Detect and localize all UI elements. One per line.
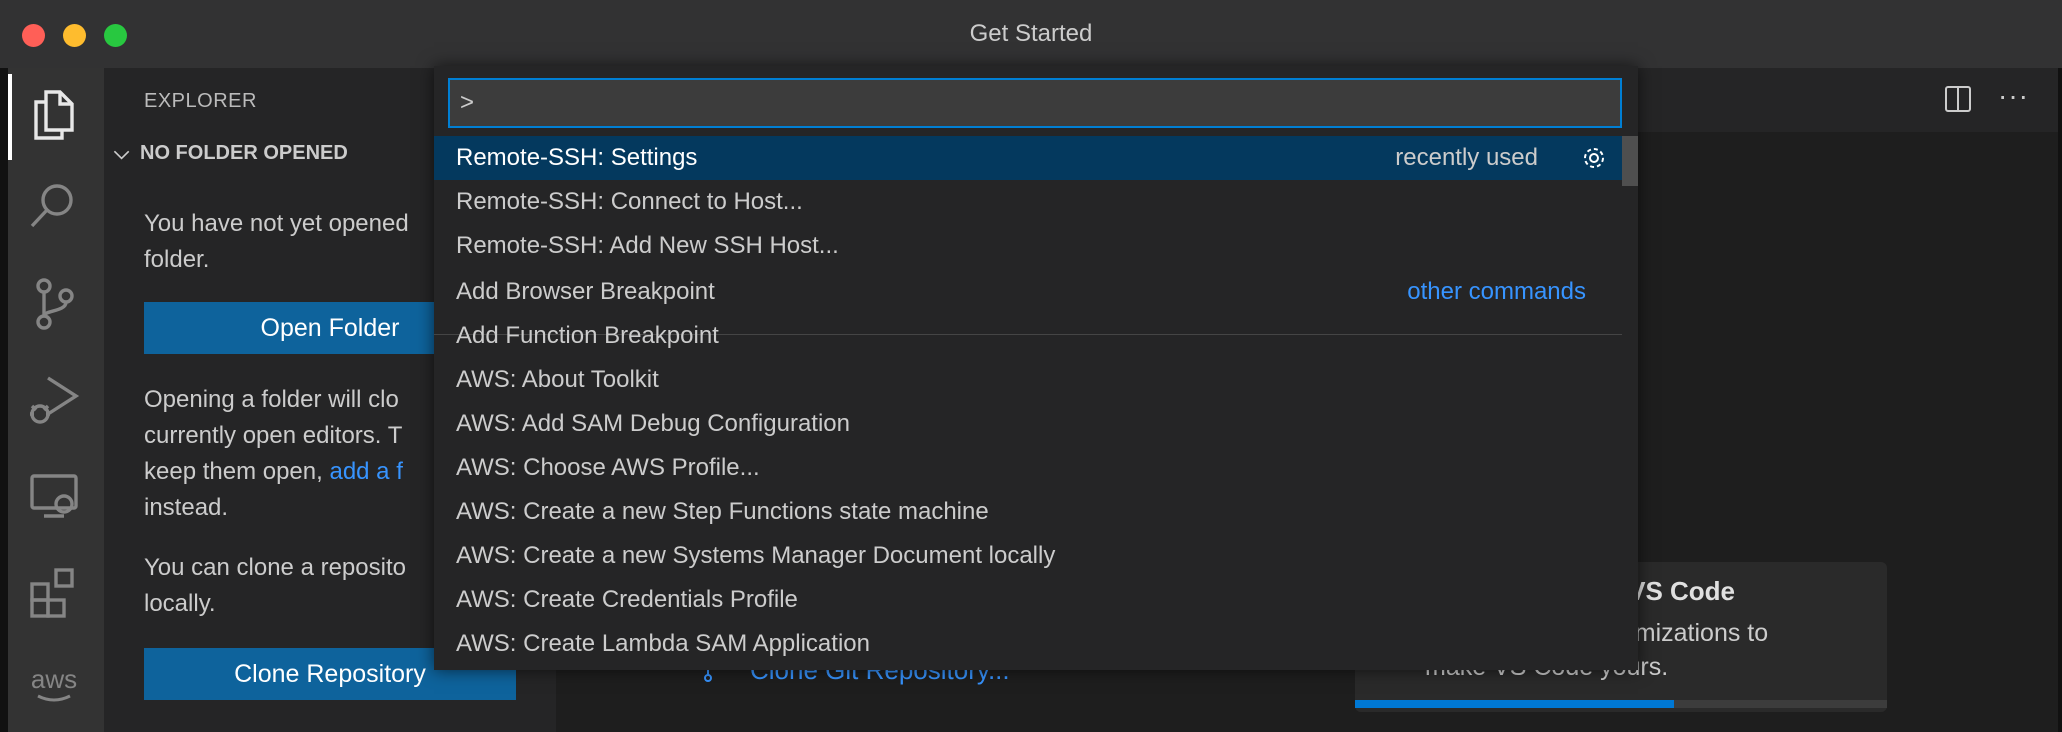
sidebar-text: instead. [144,494,229,521]
command-item-label: AWS: Create Lambda SAM Application [456,630,870,657]
sidebar-text-prefix: keep them open, [144,458,330,485]
command-palette-input[interactable]: > [448,78,1622,128]
command-item-label: Add Browser Breakpoint [456,278,715,305]
split-editor-icon[interactable] [1945,86,1971,112]
command-item-label: AWS: About Toolkit [456,366,659,393]
command-item-label: Remote-SSH: Add New SSH Host... [456,232,839,259]
sidebar-text: locally. [144,590,216,617]
command-item[interactable]: Remote-SSH: Settings recently used [434,136,1622,180]
command-item-label: AWS: Create a new Step Functions state m… [456,498,989,525]
command-item-label: AWS: Create a new Systems Manager Docume… [456,542,1056,569]
sidebar-title: EXPLORER [144,90,257,112]
command-item-label: AWS: Choose AWS Profile... [456,454,760,481]
add-folder-link[interactable]: add a f [329,458,402,485]
run-debug-icon[interactable] [24,370,84,430]
right-edge [2058,68,2062,732]
more-actions-icon[interactable]: ··· [1998,80,2029,112]
aws-label: aws [31,664,77,694]
command-item[interactable]: AWS: Add SAM Debug Configuration [434,402,1622,446]
command-item[interactable]: AWS: Create a new Systems Manager Docume… [434,534,1622,578]
left-edge [0,68,8,732]
command-item[interactable]: AWS: Create a new Step Functions state m… [434,490,1622,534]
search-icon[interactable] [24,176,84,236]
command-group-tag: recently used [1395,144,1538,171]
command-item-label: Add Function Breakpoint [456,322,719,349]
command-item-label: Remote-SSH: Settings [456,144,698,171]
extensions-icon[interactable] [24,562,84,622]
command-item-label: AWS: Add SAM Debug Configuration [456,410,850,437]
walkthrough-progress-fill [1355,700,1675,708]
command-item[interactable]: AWS: Create Credentials Profile [434,578,1622,622]
command-item[interactable]: AWS: Choose AWS Profile... [434,446,1622,490]
sidebar-text: currently open editors. T [144,422,403,449]
command-item-label: Remote-SSH: Connect to Host... [456,188,803,215]
remote-explorer-icon[interactable] [24,466,84,526]
chevron-down-icon: ⌵ [114,142,130,164]
gear-icon[interactable] [1582,146,1606,170]
command-group-tag: other commands [1407,278,1586,305]
command-item[interactable]: Add Function Breakpoint [434,314,1622,358]
sidebar-text: folder. [144,246,210,273]
no-folder-section-header[interactable]: ⌵ NO FOLDER OPENED [114,142,348,165]
sidebar-text: keep them open, add a f [144,454,403,490]
active-indicator [8,74,12,160]
command-item-label: AWS: Create Credentials Profile [456,586,798,613]
section-label: NO FOLDER OPENED [140,142,348,164]
walkthrough-progress [1355,700,1887,708]
command-item[interactable]: AWS: About Toolkit [434,358,1622,402]
command-item[interactable]: Add Browser Breakpoint other commands [434,270,1622,314]
source-control-icon[interactable] [24,274,84,334]
sidebar-text: You have not yet opened [144,210,409,237]
files-icon[interactable] [24,84,84,144]
command-item[interactable]: Remote-SSH: Connect to Host... [434,180,1622,224]
sidebar-text: Opening a folder will clo [144,386,399,413]
title-bar: Get Started [0,0,2062,68]
command-palette: > Remote-SSH: Settings recently used Remot… [434,66,1638,670]
window-title: Get Started [969,20,1093,47]
command-list: Remote-SSH: Settings recently used Remote-… [434,136,1638,670]
command-list-scrollbar[interactable] [1622,136,1638,186]
sidebar-text: You can clone a reposito [144,554,406,581]
aws-icon[interactable]: aws [24,654,84,714]
command-item[interactable]: AWS: Create Lambda SAM Application [434,622,1622,666]
command-item[interactable]: Remote-SSH: Add New SSH Host... [434,224,1622,268]
